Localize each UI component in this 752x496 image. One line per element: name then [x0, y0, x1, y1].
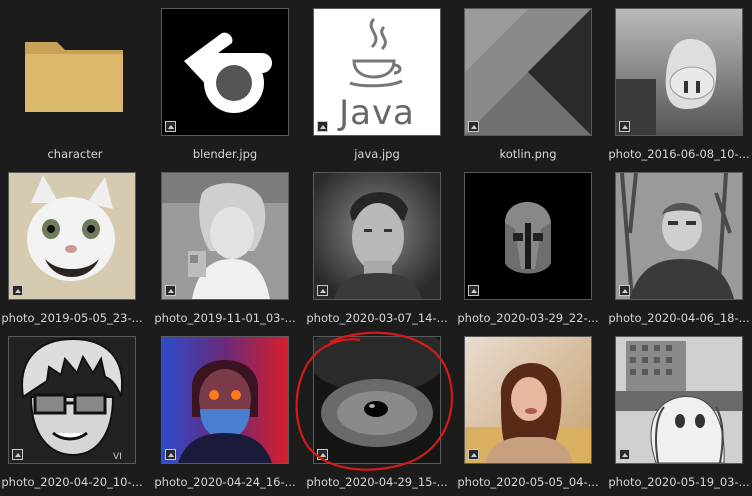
file-name: photo_2020-05-05_04-...	[457, 475, 599, 489]
file-name: photo_2020-04-06_18-...	[608, 311, 750, 325]
file-item-photo-2020-04-06[interactable]: photo_2020-04-06_18-...	[604, 172, 752, 332]
java-logo-text: Java	[339, 93, 415, 133]
file-item-photo-2019-11-01[interactable]: photo_2019-11-01_03-...	[150, 172, 300, 332]
file-name: photo_2020-03-29_22-...	[457, 311, 599, 325]
file-item-kotlin[interactable]: kotlin.png	[453, 8, 603, 168]
file-item-photo-2016-06-08[interactable]: photo_2016-06-08_10-...	[604, 8, 752, 168]
file-name: photo_2016-06-08_10-...	[608, 147, 750, 161]
image-badge-icon	[468, 449, 479, 460]
cartoon-glasses-photo: VI	[8, 336, 136, 464]
image-badge-icon	[165, 449, 176, 460]
pig-mask-photo	[615, 8, 743, 136]
file-name: character	[47, 147, 103, 161]
image-badge-icon	[317, 285, 328, 296]
file-name: photo_2020-04-20_10-...	[1, 475, 143, 489]
svg-text:VI: VI	[113, 452, 122, 462]
file-item-photo-2020-05-05[interactable]: photo_2020-05-05_04-...	[453, 336, 603, 496]
java-logo-icon: Java	[313, 8, 441, 136]
file-name: photo_2020-04-24_16-...	[154, 475, 296, 489]
file-name: photo_2020-05-19_03-...	[608, 475, 750, 489]
file-item-photo-2020-04-20[interactable]: VI photo_2020-04-20_10-...	[0, 336, 147, 496]
file-name: photo_2019-11-01_03-...	[154, 311, 296, 325]
kotlin-logo-icon	[464, 8, 592, 136]
file-item-photo-2020-03-29[interactable]: photo_2020-03-29_22-...	[453, 172, 603, 332]
image-badge-icon	[619, 285, 630, 296]
file-item-photo-2020-04-29[interactable]: photo_2020-04-29_15-...	[302, 336, 452, 496]
file-name: photo_2020-04-29_15-...	[306, 475, 448, 489]
image-badge-icon	[468, 285, 479, 296]
file-name: java.jpg	[354, 147, 400, 161]
file-name: photo_2019-05-05_23-...	[1, 311, 143, 325]
file-item-photo-2020-05-19[interactable]: photo_2020-05-19_03-...	[604, 336, 752, 496]
image-badge-icon	[468, 121, 479, 132]
cat-photo	[8, 172, 136, 300]
blender-logo-icon	[161, 8, 289, 136]
file-item-blender[interactable]: blender.jpg	[150, 8, 300, 168]
spartan-helmet-photo	[464, 172, 592, 300]
file-grid: character blender.jpg Java java.jpg kotl…	[0, 0, 752, 492]
girl-selfie-photo	[464, 336, 592, 464]
file-item-photo-2020-04-24[interactable]: photo_2020-04-24_16-...	[150, 336, 300, 496]
anime-city-photo	[615, 336, 743, 464]
file-name: kotlin.png	[499, 147, 557, 161]
man-outdoors-photo	[615, 172, 743, 300]
file-item-java[interactable]: Java java.jpg	[302, 8, 452, 168]
image-badge-icon	[317, 449, 328, 460]
file-name: photo_2020-03-07_14-...	[306, 311, 448, 325]
masked-boy-photo	[161, 336, 289, 464]
folder-icon	[11, 8, 139, 136]
plush-eye-photo	[313, 336, 441, 464]
image-badge-icon	[619, 121, 630, 132]
anime-girl-photo	[161, 172, 289, 300]
image-badge-icon	[12, 285, 23, 296]
image-badge-icon	[317, 121, 328, 132]
image-badge-icon	[165, 285, 176, 296]
file-item-photo-2019-05-05[interactable]: photo_2019-05-05_23-...	[0, 172, 147, 332]
file-name: blender.jpg	[192, 147, 258, 161]
file-item-character[interactable]: character	[0, 8, 150, 168]
image-badge-icon	[165, 121, 176, 132]
image-badge-icon	[12, 449, 23, 460]
man-portrait-photo	[313, 172, 441, 300]
image-badge-icon	[619, 449, 630, 460]
file-item-photo-2020-03-07[interactable]: photo_2020-03-07_14-...	[302, 172, 452, 332]
